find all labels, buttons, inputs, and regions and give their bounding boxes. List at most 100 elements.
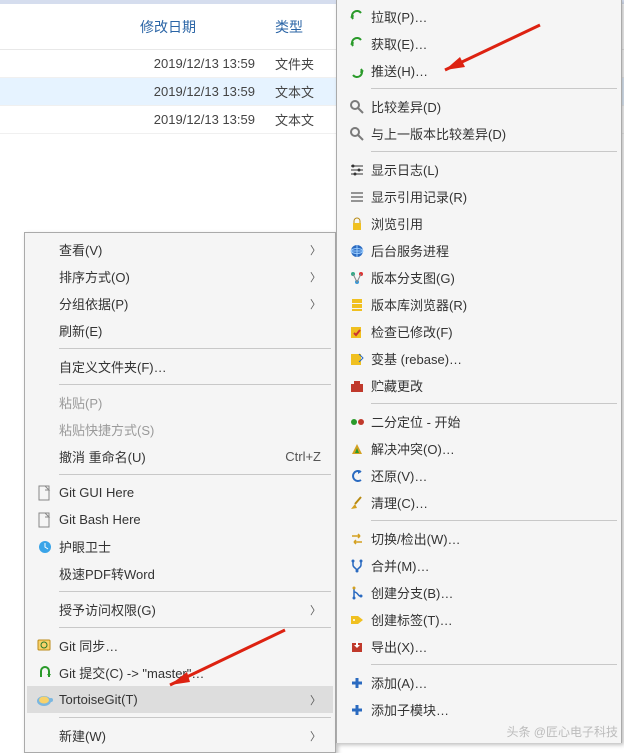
switch-icon <box>343 529 371 549</box>
menu-label: 自定义文件夹(F)… <box>59 357 321 376</box>
menu-label: 添加(A)… <box>371 673 607 692</box>
separator <box>59 591 331 592</box>
menu-label: 粘贴快捷方式(S) <box>59 420 321 439</box>
menu-refresh[interactable]: 刷新(E) <box>27 317 333 344</box>
menu-git-commit[interactable]: Git 提交(C) -> "master"… <box>27 659 333 686</box>
menu-repo-browse[interactable]: 版本库浏览器(R) <box>339 291 619 318</box>
menu-git-sync[interactable]: Git 同步… <box>27 632 333 659</box>
blank-icon <box>31 600 59 620</box>
menu-show-log[interactable]: 显示日志(L) <box>339 156 619 183</box>
menu-check-modified[interactable]: 检查已修改(F) <box>339 318 619 345</box>
menu-pull[interactable]: 拉取(P)… <box>339 3 619 30</box>
separator <box>59 348 331 349</box>
menu-push[interactable]: 推送(H)… <box>339 57 619 84</box>
magnifier-icon <box>343 124 371 144</box>
tortoisegit-submenu: 拉取(P)… 获取(E)… 推送(H)… 比较差异(D) 与上一版本比较差异(D… <box>336 0 622 743</box>
menu-add[interactable]: 添加(A)… <box>339 669 619 696</box>
blank-icon <box>31 357 59 377</box>
menu-tortoisegit[interactable]: TortoiseGit(T) 〉 <box>27 686 333 713</box>
revert-icon <box>343 466 371 486</box>
menu-cleanup[interactable]: 清理(C)… <box>339 489 619 516</box>
log-icon <box>343 160 371 180</box>
menu-undo-rename[interactable]: 撤消 重命名(U) Ctrl+Z <box>27 443 333 470</box>
menu-rebase[interactable]: 变基 (rebase)… <box>339 345 619 372</box>
menu-daemon[interactable]: 后台服务进程 <box>339 237 619 264</box>
menu-switch[interactable]: 切换/检出(W)… <box>339 525 619 552</box>
menu-eye-guard[interactable]: 护眼卫士 <box>27 533 333 560</box>
menu-label: 解决冲突(O)… <box>371 439 607 458</box>
plus-icon <box>343 700 371 720</box>
tortoise-icon <box>31 690 59 710</box>
menu-label: 合并(M)… <box>371 556 607 575</box>
menu-git-bash[interactable]: Git Bash Here <box>27 506 333 533</box>
separator <box>59 717 331 718</box>
menu-submodule[interactable]: 添加子模块… <box>339 696 619 723</box>
menu-export[interactable]: 导出(X)… <box>339 633 619 660</box>
blank-icon <box>31 420 59 440</box>
menu-label: 清理(C)… <box>371 493 607 512</box>
menu-rev-graph[interactable]: 版本分支图(G) <box>339 264 619 291</box>
merge-icon <box>343 556 371 576</box>
menu-label: 变基 (rebase)… <box>371 349 607 368</box>
tag-icon <box>343 610 371 630</box>
graph-icon <box>343 268 371 288</box>
separator <box>59 474 331 475</box>
menu-stash[interactable]: 贮藏更改 <box>339 372 619 399</box>
menu-fetch[interactable]: 获取(E)… <box>339 30 619 57</box>
menu-label: Git 同步… <box>59 636 321 655</box>
resolve-icon <box>343 439 371 459</box>
sync-icon <box>31 636 59 656</box>
menu-view[interactable]: 查看(V) 〉 <box>27 236 333 263</box>
menu-pdf-to-word[interactable]: 极速PDF转Word <box>27 560 333 587</box>
menu-label: 护眼卫士 <box>59 537 321 556</box>
menu-label: 切换/检出(W)… <box>371 529 607 548</box>
menu-merge[interactable]: 合并(M)… <box>339 552 619 579</box>
menu-label: 获取(E)… <box>371 34 607 53</box>
menu-label: 版本分支图(G) <box>371 268 607 287</box>
watermark: 头条 @匠心电子科技 <box>506 723 618 740</box>
menu-grant-access[interactable]: 授予访问权限(G) 〉 <box>27 596 333 623</box>
branch-icon <box>343 583 371 603</box>
broom-icon <box>343 493 371 513</box>
menu-label: 排序方式(O) <box>59 267 307 286</box>
menu-git-gui[interactable]: Git GUI Here <box>27 479 333 506</box>
menu-label: 检查已修改(F) <box>371 322 607 341</box>
menu-diff-prev[interactable]: 与上一版本比较差异(D) <box>339 120 619 147</box>
submenu-arrow-icon: 〉 <box>307 242 321 258</box>
blank-icon <box>31 564 59 584</box>
menu-paste: 粘贴(P) <box>27 389 333 416</box>
separator <box>59 384 331 385</box>
menu-branch[interactable]: 创建分支(B)… <box>339 579 619 606</box>
menu-label: 后台服务进程 <box>371 241 607 260</box>
menu-new[interactable]: 新建(W) 〉 <box>27 722 333 749</box>
menu-label: 极速PDF转Word <box>59 564 321 583</box>
blank-icon <box>31 294 59 314</box>
menu-sort[interactable]: 排序方式(O) 〉 <box>27 263 333 290</box>
menu-customize-folder[interactable]: 自定义文件夹(F)… <box>27 353 333 380</box>
menu-label: 查看(V) <box>59 240 307 259</box>
menu-label: 创建分支(B)… <box>371 583 607 602</box>
menu-repo-browser[interactable]: 浏览引用 <box>339 210 619 237</box>
reflog-icon <box>343 187 371 207</box>
menu-diff[interactable]: 比较差异(D) <box>339 93 619 120</box>
menu-label: 比较差异(D) <box>371 97 607 116</box>
menu-label: Git GUI Here <box>59 485 321 500</box>
context-menu-main: 查看(V) 〉 排序方式(O) 〉 分组依据(P) 〉 刷新(E) 自定义文件夹… <box>24 232 336 753</box>
repo-icon <box>343 295 371 315</box>
col-header-date[interactable]: 修改日期 <box>0 17 275 37</box>
globe-icon <box>343 241 371 261</box>
menu-label: TortoiseGit(T) <box>59 692 307 707</box>
menu-label: 还原(V)… <box>371 466 607 485</box>
menu-label: 显示引用记录(R) <box>371 187 607 206</box>
menu-bisect[interactable]: 二分定位 - 开始 <box>339 408 619 435</box>
pull-icon <box>343 7 371 27</box>
menu-label: 撤消 重命名(U) <box>59 447 255 466</box>
menu-label: Git Bash Here <box>59 512 321 527</box>
menu-label: 与上一版本比较差异(D) <box>371 124 607 143</box>
menu-reflog[interactable]: 显示引用记录(R) <box>339 183 619 210</box>
bisect-icon <box>343 412 371 432</box>
menu-resolve[interactable]: 解决冲突(O)… <box>339 435 619 462</box>
menu-group[interactable]: 分组依据(P) 〉 <box>27 290 333 317</box>
menu-tag[interactable]: 创建标签(T)… <box>339 606 619 633</box>
menu-revert[interactable]: 还原(V)… <box>339 462 619 489</box>
